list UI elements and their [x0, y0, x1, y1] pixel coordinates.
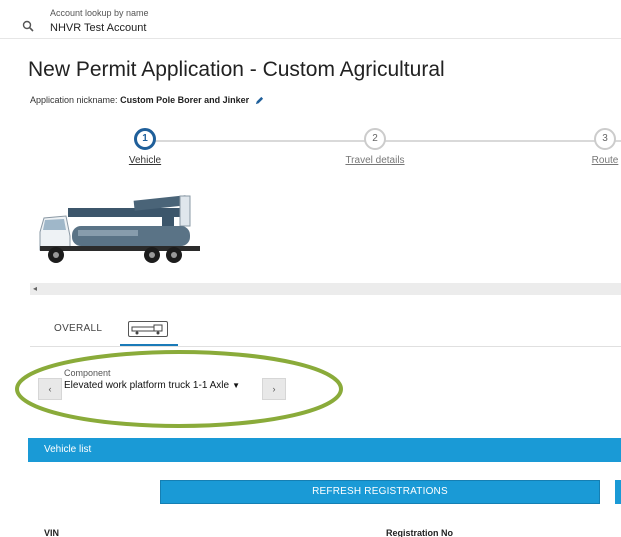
permit-application-page: Account lookup by name NHVR Test Account… [0, 0, 621, 537]
step-number: 2 [364, 128, 386, 150]
account-lookup-label: Account lookup by name [50, 8, 149, 18]
step-number: 1 [134, 128, 156, 150]
step-label: Route [591, 155, 619, 166]
step-number: 3 [594, 128, 616, 150]
step-travel-details[interactable]: 2 Travel details [330, 128, 420, 166]
step-label: Vehicle [128, 155, 162, 166]
horizontal-scrollbar[interactable]: ◂ [30, 283, 621, 295]
next-action-button[interactable] [615, 480, 621, 504]
nickname-value: Custom Pole Borer and Jinker [120, 95, 250, 105]
truck-outline-icon [131, 324, 163, 335]
highlight-ellipse [15, 350, 343, 428]
refresh-registrations-button[interactable]: REFRESH REGISTRATIONS [160, 480, 600, 504]
column-header-registration: Registration No [386, 528, 454, 537]
step-label: Travel details [345, 155, 405, 166]
tab-overall[interactable]: OVERALL [54, 323, 102, 334]
tab-vehicle[interactable] [120, 318, 178, 346]
search-icon [22, 20, 34, 32]
account-lookup[interactable]: Account lookup by name NHVR Test Account [0, 0, 621, 39]
step-route[interactable]: 3 Route [560, 128, 621, 166]
view-tabs: OVERALL [30, 318, 621, 347]
page-title: New Permit Application - Custom Agricult… [28, 58, 445, 81]
scroll-left-icon[interactable]: ◂ [33, 284, 37, 293]
vehicle-tab-icon [128, 321, 168, 337]
truck-image [39, 195, 200, 263]
column-header-vin: VIN [44, 528, 60, 537]
account-lookup-input[interactable]: NHVR Test Account [50, 22, 146, 34]
application-nickname: Application nickname: Custom Pole Borer … [30, 95, 264, 105]
nickname-label: Application nickname: [30, 95, 118, 105]
vehicle-list-title: Vehicle list [44, 444, 92, 455]
vehicle-list-header: Vehicle list [28, 438, 621, 462]
edit-pencil-icon[interactable] [255, 96, 264, 105]
step-vehicle[interactable]: 1 Vehicle [100, 128, 190, 166]
